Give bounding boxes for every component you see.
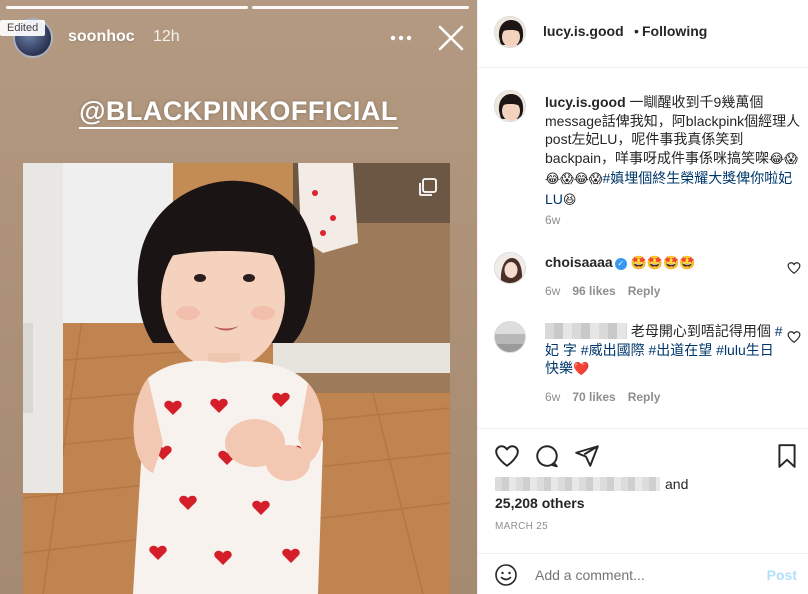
bookmark-icon[interactable]: [774, 443, 800, 469]
avatar[interactable]: [494, 16, 526, 48]
blurred-liker-names: [495, 477, 660, 491]
post-header: lucy.is.good • Following: [478, 0, 808, 68]
comment-icon[interactable]: [534, 443, 560, 469]
comment-likes[interactable]: 70 likes: [572, 390, 615, 404]
blurred-username: [545, 323, 627, 339]
more-horizontal-icon[interactable]: [387, 24, 415, 52]
comment-likes[interactable]: 96 likes: [572, 284, 615, 298]
copy-icon: [418, 177, 438, 197]
heart-icon[interactable]: [787, 330, 801, 344]
post-actions: and 25,208 others MARCH 25 Post: [478, 428, 808, 594]
share-icon[interactable]: [574, 443, 600, 469]
post-date: MARCH 25: [495, 521, 548, 532]
story-username[interactable]: soonhoc: [68, 28, 135, 46]
likes-summary[interactable]: and 25,208 others: [495, 475, 688, 513]
comment-text: 老母開心到唔記得用個: [630, 323, 771, 339]
story-photo: [23, 163, 450, 594]
post-author-username[interactable]: lucy.is.good: [543, 23, 624, 39]
likes-and: and: [665, 476, 689, 492]
likes-count[interactable]: 25,208 others: [495, 495, 585, 511]
post-panel: lucy.is.good • Following lucy.is.good 一瞓…: [477, 0, 808, 594]
comment-username[interactable]: choisaaaa: [545, 254, 613, 270]
story-progress-segment: [6, 6, 248, 9]
caption-age: 6w: [545, 213, 561, 227]
mention-text: @BLACKPINKOFFICIAL: [79, 96, 398, 129]
comment: choisaaaa ✓ 🤩🤩🤩🤩: [545, 253, 695, 273]
emoji-icon[interactable]: [494, 563, 518, 587]
comment-meta: 6w 96 likes Reply: [545, 284, 660, 298]
reply-button[interactable]: Reply: [628, 284, 661, 298]
comment-emoji: ❤️: [573, 362, 590, 377]
comment: 老母開心到唔記得用個 #妃 字 #威出國際 #出道在望 #lulu生日快樂❤️: [545, 322, 785, 380]
edited-badge: Edited: [0, 20, 46, 36]
mention-sticker[interactable]: @BLACKPINKOFFICIAL: [0, 96, 477, 129]
comment-meta: 6w 70 likes Reply: [545, 390, 660, 404]
verified-icon: ✓: [614, 258, 627, 270]
heart-icon[interactable]: [787, 261, 801, 275]
close-icon[interactable]: [437, 24, 465, 52]
avatar[interactable]: [494, 90, 526, 122]
comment-text: 字: [562, 341, 577, 358]
like-heart-icon[interactable]: [494, 443, 520, 469]
comment-composer: Post: [478, 553, 808, 594]
comment-input[interactable]: [535, 567, 735, 583]
following-button[interactable]: Following: [642, 23, 707, 39]
story-viewer: Edited soonhoc 12h @BLACKPINKOFFICIAL: [0, 0, 477, 594]
story-timestamp: 12h: [153, 28, 180, 45]
caption-username[interactable]: lucy.is.good: [545, 94, 626, 110]
post-caption: lucy.is.good 一瞓醒收到千9幾萬個message話俾我知，阿blac…: [545, 93, 803, 210]
comment-hashtag[interactable]: #威出國際: [581, 342, 645, 358]
comment-hashtag[interactable]: #出道在望: [648, 342, 712, 358]
story-progress-segment: [251, 6, 469, 9]
comment-age: 6w: [545, 284, 561, 298]
header-separator: •: [634, 23, 639, 39]
caption-emoji: 😆: [562, 192, 577, 208]
avatar[interactable]: [494, 252, 526, 284]
comment-text: 🤩🤩🤩🤩: [630, 256, 696, 271]
post-comment-button[interactable]: Post: [767, 567, 797, 583]
reply-button[interactable]: Reply: [628, 390, 661, 404]
avatar[interactable]: [494, 321, 526, 353]
comment-age: 6w: [545, 390, 561, 404]
story-progress: [6, 6, 469, 9]
